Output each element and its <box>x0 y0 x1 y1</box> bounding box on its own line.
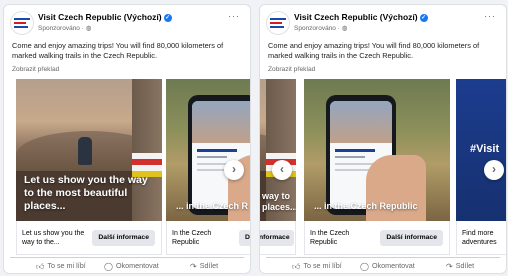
comment-icon: ◯ <box>360 262 369 271</box>
thumbs-up-icon: 👍︎ <box>292 262 301 271</box>
share-icon: ↷ <box>446 262 453 271</box>
page-name[interactable]: Visit Czech Republic (Výchozí) <box>38 12 162 22</box>
carousel-card[interactable]: ... in the Czech Republic In the Czech R… <box>304 79 450 255</box>
card-title[interactable]: Find more adventures <box>462 229 506 247</box>
more-options-button[interactable]: ··· <box>228 11 240 21</box>
page-logo[interactable] <box>266 11 290 35</box>
learn-more-button-partial[interactable]: nformace <box>260 230 294 246</box>
learn-more-button[interactable]: Další informace <box>92 230 155 246</box>
see-translation-link[interactable]: Zobrazit překlad <box>12 66 59 73</box>
post-body-text: Come and enjoy amazing trips! You will f… <box>268 41 480 60</box>
like-label: To se mi líbí <box>303 261 342 270</box>
card-image-caption: #Visit <box>470 143 500 155</box>
sponsored-label: Sponzorováno · ◍ <box>38 24 91 32</box>
like-button[interactable]: 👍︎ To se mi líbí <box>36 261 86 272</box>
comment-button[interactable]: ◯ Okomentovat <box>360 261 415 271</box>
carousel-prev-button[interactable]: ‹ <box>272 160 292 180</box>
like-label: To se mi líbí <box>47 261 86 270</box>
card-image-hiker[interactable]: way to places... <box>260 79 296 221</box>
page-name-link[interactable]: Visit Czech Republic (Výchozí) ✓ <box>38 12 172 22</box>
comment-icon: ◯ <box>104 262 113 271</box>
ad-post-preview-left: Visit Czech Republic (Výchozí) ✓ Sponzoro… <box>3 4 251 274</box>
share-button[interactable]: ↷ Sdílet <box>190 261 218 271</box>
more-options-button[interactable]: ··· <box>484 11 496 21</box>
ad-post-preview-right: Visit Czech Republic (Výchozí) ✓ Sponzoro… <box>259 4 507 274</box>
share-label: Sdílet <box>455 261 475 270</box>
sponsored-text: Sponzorováno · <box>294 25 342 32</box>
card-image-caption: Let us show you the way to the most beau… <box>24 174 148 212</box>
card-footer: Let us show you the way to the... Další … <box>16 221 162 255</box>
verified-badge-icon: ✓ <box>163 13 172 22</box>
carousel-next-button[interactable]: › <box>484 160 504 180</box>
globe-icon: ◍ <box>85 25 92 32</box>
page-name[interactable]: Visit Czech Republic (Výchozí) <box>294 12 418 22</box>
share-icon: ↷ <box>190 262 197 271</box>
card-title[interactable]: Let us show you the way to the... <box>22 229 90 247</box>
carousel-next-button[interactable]: › <box>224 160 244 180</box>
carousel-card[interactable]: Let us show you the way to the most beau… <box>16 79 162 255</box>
comment-button[interactable]: ◯ Okomentovat <box>104 261 159 271</box>
learn-more-button-partial[interactable]: D <box>239 230 250 246</box>
card-title[interactable]: In the Czech Republic <box>310 229 378 247</box>
card-footer: nformace <box>260 221 296 255</box>
action-bar: 👍︎ To se mi líbí ◯ Okomentovat ↷ Sdílet <box>266 257 500 272</box>
comment-label: Okomentovat <box>371 261 415 270</box>
share-button[interactable]: ↷ Sdílet <box>446 261 474 271</box>
card-footer: In the Czech Republic D <box>166 221 250 255</box>
card-image-phone[interactable]: ... in the Czech R <box>166 79 250 221</box>
card-image-caption: ... in the Czech R <box>176 201 249 211</box>
card-image-hiker[interactable]: Let us show you the way to the most beau… <box>16 79 162 221</box>
page-logo[interactable] <box>10 11 34 35</box>
post-header: Visit Czech Republic (Výchozí) ✓ Sponzoro… <box>266 11 500 37</box>
sponsored-text: Sponzorováno · <box>38 25 86 32</box>
share-label: Sdílet <box>199 261 219 270</box>
card-image-caption: way to places... <box>262 191 296 212</box>
carousel: way to places... nformace ... in the Cze… <box>260 79 506 255</box>
see-translation-link[interactable]: Zobrazit překlad <box>268 66 315 73</box>
post-header: Visit Czech Republic (Výchozí) ✓ Sponzoro… <box>10 11 244 37</box>
learn-more-button[interactable]: Další informace <box>380 230 443 246</box>
post-body-text: Come and enjoy amazing trips! You will f… <box>12 41 224 60</box>
like-button[interactable]: 👍︎ To se mi líbí <box>292 261 342 272</box>
globe-icon: ◍ <box>341 25 348 32</box>
card-image-phone[interactable]: ... in the Czech Republic <box>304 79 450 221</box>
comment-label: Okomentovat <box>115 261 159 270</box>
verified-badge-icon: ✓ <box>419 13 428 22</box>
thumbs-up-icon: 👍︎ <box>36 262 45 271</box>
card-image-visit[interactable]: #Visit <box>456 79 506 221</box>
carousel: Let us show you the way to the most beau… <box>4 79 250 255</box>
card-title[interactable]: In the Czech Republic <box>172 229 240 247</box>
sponsored-label: Sponzorováno · ◍ <box>294 24 347 32</box>
action-bar: 👍︎ To se mi líbí ◯ Okomentovat ↷ Sdílet <box>10 257 244 272</box>
card-image-caption: ... in the Czech Republic <box>314 201 418 211</box>
page-name-link[interactable]: Visit Czech Republic (Výchozí) ✓ <box>294 12 428 22</box>
card-footer: In the Czech Republic Další informace <box>304 221 450 255</box>
card-footer: Find more adventures <box>456 221 506 255</box>
